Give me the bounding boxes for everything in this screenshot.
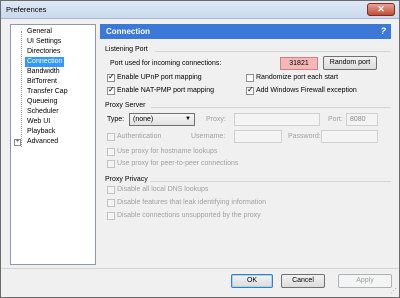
close-button[interactable]: ✕ <box>367 3 395 16</box>
expand-advanced-icon[interactable]: + <box>14 139 21 146</box>
upnp-label: Enable UPnP port mapping <box>117 74 202 81</box>
section-divider <box>150 181 391 182</box>
help-icon[interactable]: ? <box>381 26 387 36</box>
proxy-privacy-section-label: Proxy Privacy <box>105 176 148 183</box>
password-label: Password: <box>288 133 321 140</box>
dns-lookups-checkbox[interactable] <box>107 186 115 194</box>
p2p-proxy-label: Use proxy for peer-to-peer connections <box>117 160 239 167</box>
proxy-type-select[interactable]: (none) ▼ <box>129 113 195 126</box>
proxy-port-label: Port: <box>328 116 343 123</box>
checkmark-icon: ✓ <box>247 85 254 94</box>
preferences-window: Preferences ✕ General UI Settings Direct… <box>0 0 400 298</box>
proxy-type-value: (none) <box>133 116 154 123</box>
listening-port-section-label: Listening Port <box>105 46 148 53</box>
username-label: Username: <box>191 133 226 140</box>
sidebar-item-queueing[interactable]: Queueing <box>25 97 59 107</box>
sidebar-item-connection[interactable]: Connection <box>25 57 65 67</box>
page-header: Connection ? <box>100 24 391 39</box>
apply-button[interactable]: Apply <box>338 274 392 288</box>
proxy-port-input[interactable]: 8080 <box>346 113 378 126</box>
checkmark-icon: ✓ <box>108 85 115 94</box>
page-title: Connection <box>106 27 150 36</box>
sidebar-item-ui-settings[interactable]: UI Settings <box>25 37 63 47</box>
natpmp-checkbox[interactable]: ✓ <box>107 85 115 95</box>
proxy-host-input[interactable] <box>234 113 320 126</box>
sidebar-item-scheduler[interactable]: Scheduler <box>25 107 61 117</box>
leak-features-checkbox[interactable] <box>107 199 115 207</box>
hostname-lookup-checkbox[interactable] <box>107 148 115 156</box>
upnp-checkbox[interactable]: ✓ <box>107 72 115 82</box>
natpmp-label: Enable NAT-PMP port mapping <box>117 87 215 94</box>
ok-button[interactable]: OK <box>231 274 273 288</box>
section-divider <box>151 107 391 108</box>
category-tree[interactable]: General UI Settings Directories Connecti… <box>10 24 96 265</box>
randomize-port-label: Randomize port each start <box>256 74 339 81</box>
randomize-port-checkbox[interactable] <box>246 74 254 82</box>
chevron-down-icon: ▼ <box>185 116 191 122</box>
unsupported-connections-label: Disable connections unsupported by the p… <box>117 212 261 219</box>
sidebar-item-transfer-cap[interactable]: Transfer Cap <box>25 87 70 97</box>
window-title: Preferences <box>6 5 47 14</box>
proxy-server-section-label: Proxy Server <box>105 102 146 109</box>
password-input[interactable] <box>321 130 378 143</box>
sidebar-item-playback[interactable]: Playback <box>25 127 57 137</box>
firewall-checkbox[interactable]: ✓ <box>246 85 254 95</box>
port-label: Port used for incoming connections: <box>110 60 222 67</box>
proxy-host-label: Proxy: <box>206 116 226 123</box>
authentication-checkbox[interactable] <box>107 133 115 141</box>
checkmark-icon: ✓ <box>108 72 115 81</box>
tree-guide-line <box>21 31 22 147</box>
random-port-button[interactable]: Random port <box>323 56 377 70</box>
title-bar[interactable]: Preferences ✕ <box>1 1 399 19</box>
leak-features-label: Disable features that leak identifying i… <box>117 199 267 206</box>
proxy-type-label: Type: <box>107 116 125 123</box>
port-input[interactable]: 31821 <box>280 57 318 70</box>
sidebar-item-bittorrent[interactable]: BitTorrent <box>25 77 59 87</box>
firewall-label: Add Windows Firewall exception <box>256 87 357 94</box>
authentication-label: Authentication <box>117 133 162 140</box>
unsupported-connections-checkbox[interactable] <box>107 212 115 220</box>
sidebar-item-bandwidth[interactable]: Bandwidth <box>25 67 62 77</box>
p2p-proxy-checkbox[interactable] <box>107 160 115 168</box>
section-divider <box>155 51 391 52</box>
cancel-button[interactable]: Cancel <box>281 274 325 288</box>
sidebar-item-web-ui[interactable]: Web UI <box>25 117 52 127</box>
username-input[interactable] <box>234 130 282 143</box>
sidebar-item-general[interactable]: General <box>25 27 54 37</box>
dns-lookups-label: Disable all local DNS lookups <box>117 186 209 193</box>
sidebar-item-advanced[interactable]: Advanced <box>25 137 60 147</box>
footer-divider <box>1 268 399 269</box>
resize-grip-icon[interactable]: ⋰ <box>390 287 397 295</box>
sidebar-item-directories[interactable]: Directories <box>25 47 62 57</box>
hostname-lookup-label: Use proxy for hostname lookups <box>117 148 218 155</box>
